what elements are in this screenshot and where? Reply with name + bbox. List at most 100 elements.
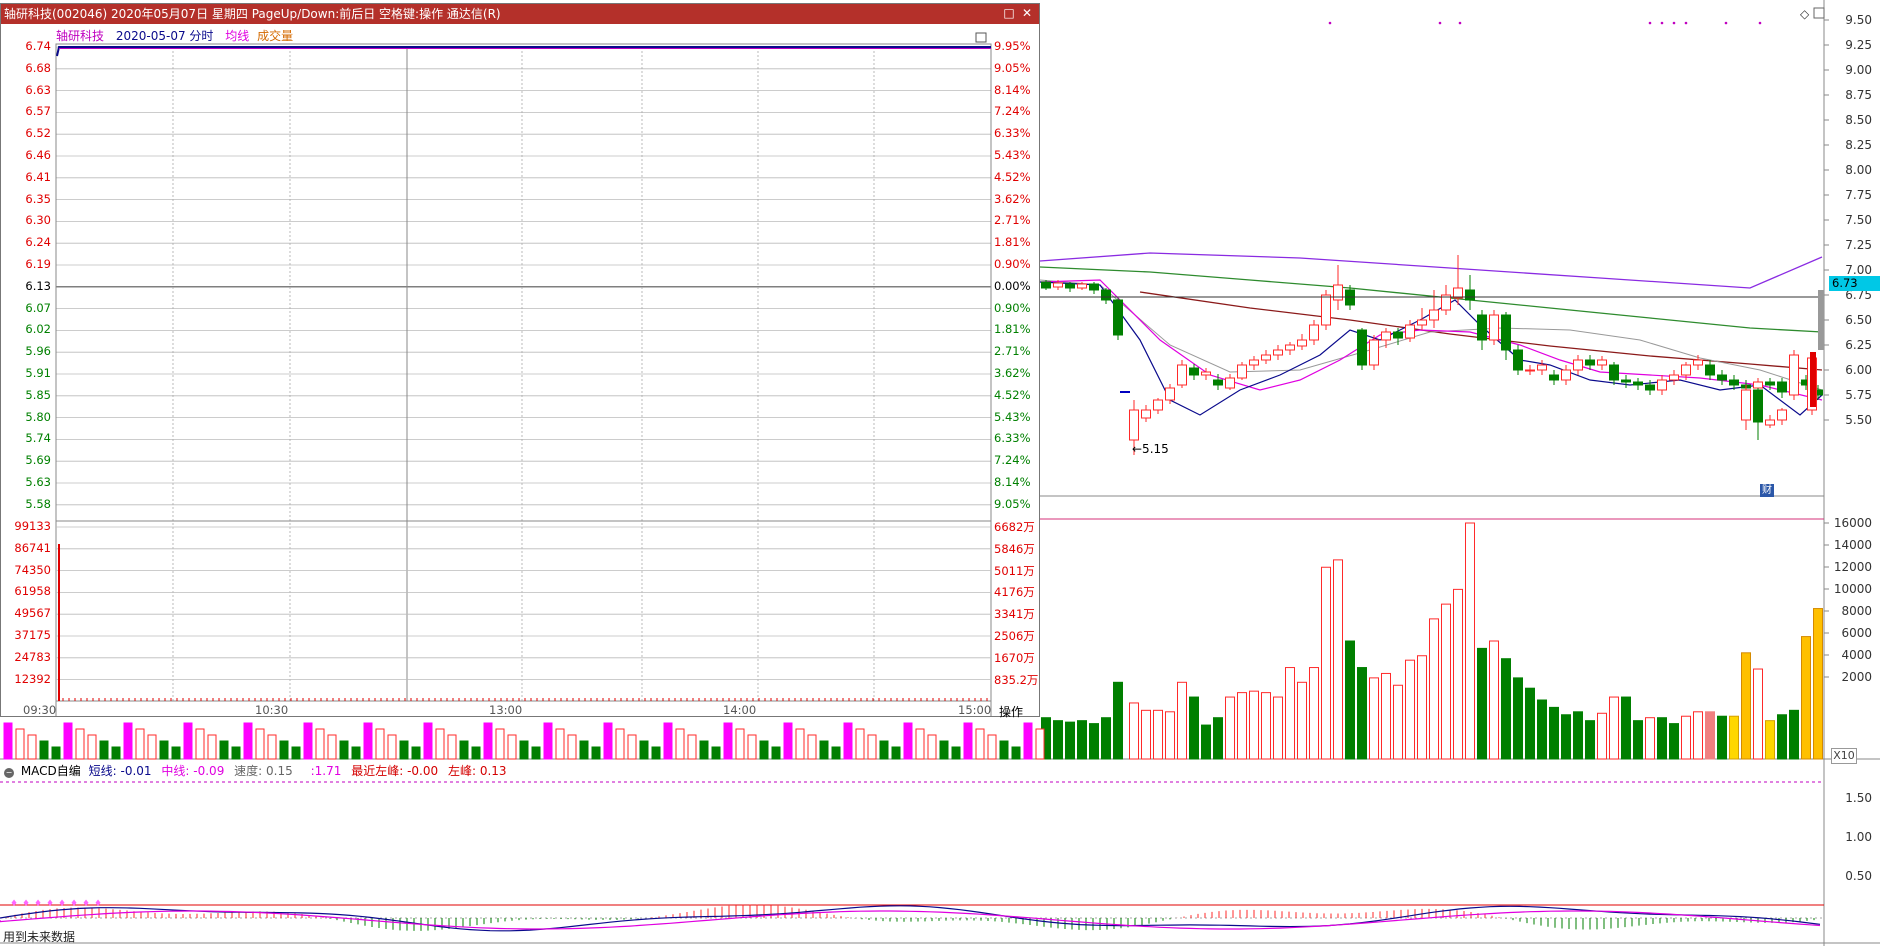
candle xyxy=(1357,328,1367,370)
candle-body xyxy=(1693,359,1703,366)
volume-tick-label: 2000 xyxy=(1841,670,1872,684)
volume-bar xyxy=(543,722,553,760)
volume-tick-label: 14000 xyxy=(1834,538,1872,552)
price-tick-label: 5.50 xyxy=(1845,413,1872,427)
candle-body xyxy=(1537,364,1547,371)
price-axis-label: 6.74 xyxy=(25,39,51,53)
volume-bar xyxy=(1357,667,1367,760)
macd-tick-label: 1.00 xyxy=(1845,830,1872,844)
time-axis-label: 10:30 xyxy=(255,703,289,717)
candle-body xyxy=(1153,399,1163,411)
volume-bar xyxy=(1177,681,1187,760)
volume-bar xyxy=(1273,696,1283,760)
price-axis-label: 5.80 xyxy=(25,409,51,424)
price-axis-label: 6.30 xyxy=(25,213,51,228)
close-icon[interactable]: ✕ xyxy=(1019,5,1035,21)
macd-left-peak-value: 0.13 xyxy=(479,764,507,778)
volume-bar xyxy=(711,746,721,760)
volume-bar xyxy=(135,728,145,760)
time-axis-label: 13:00 xyxy=(489,703,523,717)
candle xyxy=(1789,350,1799,400)
macd-short-label: 短线: xyxy=(88,764,117,778)
volume-bar xyxy=(39,740,49,760)
volume-bar xyxy=(1465,522,1475,760)
candle xyxy=(1465,275,1475,310)
candle-body xyxy=(1201,371,1211,376)
candle-body xyxy=(1669,374,1679,381)
volume-bar xyxy=(243,722,253,760)
last-candle-highlight xyxy=(1810,352,1816,407)
volume-bar xyxy=(495,728,505,760)
candle-body xyxy=(1513,349,1523,371)
volume-bar xyxy=(531,746,541,760)
candle-body xyxy=(1477,314,1487,341)
volume-bar xyxy=(1813,608,1823,760)
candle-body xyxy=(1525,369,1535,372)
volume-bar xyxy=(879,740,889,760)
volume-bar xyxy=(1633,720,1643,760)
volume-bar xyxy=(855,728,865,760)
volume-scale-button[interactable]: X10 xyxy=(1831,748,1857,764)
volume-bar xyxy=(1621,696,1631,760)
restore-icon[interactable]: □ xyxy=(1001,5,1017,21)
price-axis-label: 6.13 xyxy=(25,278,51,293)
candle-body xyxy=(1213,379,1223,386)
macd-mid-value: -0.09 xyxy=(193,764,225,778)
intraday-popup-window[interactable]: 轴研科技(002046) 2020年05月07日 星期四 PageUp/Down… xyxy=(0,3,1040,720)
current-price-tag: 6.73 xyxy=(1829,276,1880,291)
candle-body xyxy=(1777,409,1787,421)
volume-bar xyxy=(147,734,157,760)
volume-bar xyxy=(1513,677,1523,760)
candle xyxy=(1273,345,1283,360)
candle xyxy=(1321,290,1331,330)
signal-dot xyxy=(1438,21,1442,25)
price-tick-label: 9.00 xyxy=(1845,63,1872,77)
volume-bar xyxy=(1609,696,1619,760)
price-axis-label: 6.24 xyxy=(25,235,51,250)
volume-tick-label: 4000 xyxy=(1841,648,1872,662)
candle xyxy=(1777,378,1787,398)
candle xyxy=(1513,345,1523,375)
volume-bar xyxy=(1501,658,1511,760)
volume-bar xyxy=(183,722,193,760)
volume-bar xyxy=(1285,667,1295,760)
candle-body xyxy=(1765,419,1775,426)
volume-bar xyxy=(483,722,493,760)
price-axis-label: 6.19 xyxy=(25,257,51,271)
price-axis-label: 6.35 xyxy=(25,191,51,206)
macd-title: MACD自编 xyxy=(20,764,81,778)
price-tick-label: 8.75 xyxy=(1845,88,1872,102)
volume-bar xyxy=(1537,699,1547,760)
intraday-chart[interactable] xyxy=(1,24,1039,716)
pct-axis-label: 7.24% xyxy=(994,453,1031,468)
low-price-marker: ←5.15 xyxy=(1132,442,1169,456)
candle-body xyxy=(1297,339,1307,347)
volume-bar xyxy=(1717,715,1727,760)
macd-dea-line xyxy=(0,910,1821,930)
volume-bar xyxy=(1777,714,1787,760)
volume-bar xyxy=(3,722,13,760)
candle-body xyxy=(1489,314,1499,341)
candle-body xyxy=(1113,299,1123,336)
price-axis-label: 5.69 xyxy=(25,453,51,468)
volume-bar xyxy=(555,728,565,760)
legend-date: 2020-05-07 分时 xyxy=(115,29,214,43)
pct-axis-label: 0.90% xyxy=(994,300,1031,315)
volume-bar xyxy=(1645,717,1655,760)
volume-bar xyxy=(1297,681,1307,760)
volume-tick-label: 10000 xyxy=(1834,582,1872,596)
volume-bar xyxy=(939,740,949,760)
volume-tick-label: 6000 xyxy=(1841,626,1872,640)
candle-body xyxy=(1333,284,1343,301)
macd-collapse-icon[interactable]: − xyxy=(4,768,14,778)
volume-bar xyxy=(807,734,817,760)
volume-bar xyxy=(1477,647,1487,760)
operate-button[interactable]: 操作 xyxy=(999,703,1023,720)
price-axis-label: 5.85 xyxy=(25,387,51,402)
volume-bar xyxy=(1801,636,1811,760)
amount-axis-label: 2506万 xyxy=(994,629,1035,643)
intraday-legend: 轴研科技 2020-05-07 分时 均线 成交量 xyxy=(56,27,301,44)
popup-titlebar[interactable]: 轴研科技(002046) 2020年05月07日 星期四 PageUp/Down… xyxy=(1,4,1039,24)
macd-tick-label: 1.50 xyxy=(1845,791,1872,805)
finance-icon[interactable]: 财 xyxy=(1760,484,1774,497)
